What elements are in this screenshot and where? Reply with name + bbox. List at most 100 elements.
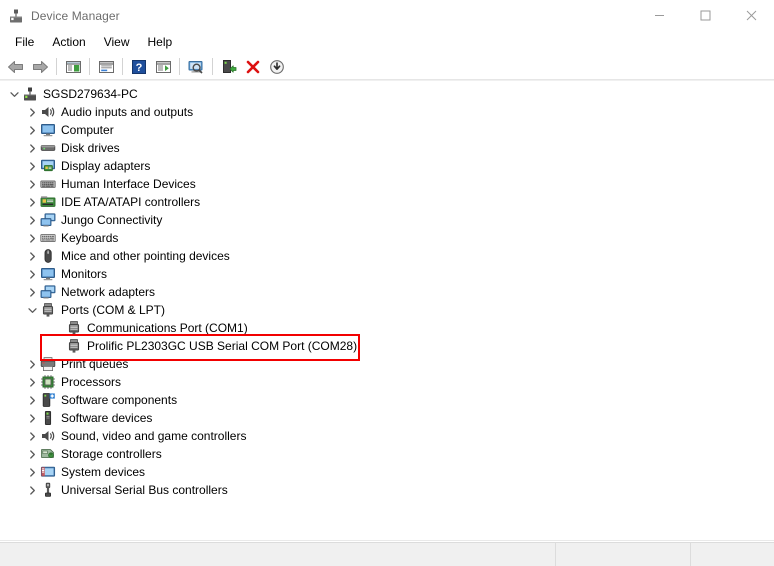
chevron-right-icon[interactable] bbox=[24, 212, 40, 228]
device-tree-panel[interactable]: SGSD279634-PC Audio inputs and outputs C… bbox=[0, 80, 774, 540]
tree-node-label: Display adapters bbox=[61, 159, 151, 173]
action-pane-icon[interactable] bbox=[151, 55, 175, 78]
help-icon[interactable]: ? bbox=[127, 55, 151, 78]
storage-controller-icon bbox=[40, 446, 56, 462]
tree-node-label: Ports (COM & LPT) bbox=[61, 303, 166, 317]
chevron-right-icon[interactable] bbox=[24, 122, 40, 138]
tree-node-network-adapters[interactable]: Network adapters bbox=[0, 283, 774, 301]
tree-node-label: Software devices bbox=[61, 411, 153, 425]
toolbar-separator-5 bbox=[212, 58, 213, 75]
tree-node-label: Monitors bbox=[61, 267, 108, 281]
statusbar-pane-2 bbox=[555, 543, 690, 566]
chevron-right-icon[interactable] bbox=[24, 356, 40, 372]
properties-icon[interactable] bbox=[94, 55, 118, 78]
chevron-right-icon[interactable] bbox=[24, 176, 40, 192]
tree-node-label: Sound, video and game controllers bbox=[61, 429, 247, 443]
tree-node-label: Software components bbox=[61, 393, 178, 407]
chevron-right-icon[interactable] bbox=[24, 464, 40, 480]
chevron-right-icon[interactable] bbox=[24, 248, 40, 264]
tree-node-system-devices[interactable]: System devices bbox=[0, 463, 774, 481]
tree-node-software-components[interactable]: Software components bbox=[0, 391, 774, 409]
update-driver-icon[interactable] bbox=[217, 55, 241, 78]
tree-node-monitors[interactable]: Monitors bbox=[0, 265, 774, 283]
display-adapter-icon bbox=[40, 158, 56, 174]
computer-root-icon bbox=[22, 86, 38, 102]
chevron-right-icon[interactable] bbox=[24, 266, 40, 282]
chevron-right-icon[interactable] bbox=[24, 482, 40, 498]
tree-node-universal-serial-bus-controllers[interactable]: Universal Serial Bus controllers bbox=[0, 481, 774, 499]
chevron-right-icon[interactable] bbox=[24, 428, 40, 444]
disable-device-icon[interactable] bbox=[265, 55, 289, 78]
tree-node-human-interface-devices[interactable]: Human Interface Devices bbox=[0, 175, 774, 193]
chevron-right-icon[interactable] bbox=[24, 140, 40, 156]
back-arrow-icon[interactable] bbox=[4, 55, 28, 78]
tree-node-label: System devices bbox=[61, 465, 146, 479]
menu-view[interactable]: View bbox=[95, 32, 139, 53]
tree-node-print-queues[interactable]: Print queues bbox=[0, 355, 774, 373]
close-button[interactable] bbox=[728, 0, 774, 31]
device-manager-icon bbox=[8, 8, 24, 24]
software-component-icon bbox=[40, 392, 56, 408]
show-hide-console-tree-icon[interactable] bbox=[61, 55, 85, 78]
tree-node-communications-port-com1[interactable]: Communications Port (COM1) bbox=[0, 319, 774, 337]
printer-icon bbox=[40, 356, 56, 372]
port-icon bbox=[66, 338, 82, 354]
monitor-icon bbox=[40, 122, 56, 138]
forward-arrow-icon[interactable] bbox=[28, 55, 52, 78]
tree-node-label: Computer bbox=[61, 123, 114, 137]
chevron-right-icon[interactable] bbox=[24, 194, 40, 210]
tree-node-label: Human Interface Devices bbox=[61, 177, 196, 191]
chevron-right-icon[interactable] bbox=[24, 446, 40, 462]
tree-node-label: Communications Port (COM1) bbox=[87, 321, 248, 335]
tree-node-label: Mice and other pointing devices bbox=[61, 249, 230, 263]
scan-hardware-changes-icon[interactable] bbox=[184, 55, 208, 78]
statusbar-pane-main bbox=[0, 543, 555, 566]
toolbar-separator-4 bbox=[179, 58, 180, 75]
statusbar bbox=[0, 542, 774, 566]
tree-node-sound-video-and-game-controllers[interactable]: Sound, video and game controllers bbox=[0, 427, 774, 445]
tree-node-display-adapters[interactable]: Display adapters bbox=[0, 157, 774, 175]
toolbar-separator-3 bbox=[122, 58, 123, 75]
software-device-icon bbox=[40, 410, 56, 426]
tree-node-label: Processors bbox=[61, 375, 122, 389]
chevron-right-icon[interactable] bbox=[24, 158, 40, 174]
titlebar: Device Manager bbox=[0, 0, 774, 31]
tree-node-processors[interactable]: Processors bbox=[0, 373, 774, 391]
minimize-button[interactable] bbox=[636, 0, 682, 31]
device-manager-window: Device Manager File Action View Help ? S… bbox=[0, 0, 774, 566]
window-controls bbox=[636, 0, 774, 31]
tree-node-label: Jungo Connectivity bbox=[61, 213, 163, 227]
uninstall-device-icon[interactable] bbox=[241, 55, 265, 78]
chevron-down-icon[interactable] bbox=[6, 86, 22, 102]
port-icon bbox=[40, 302, 56, 318]
tree-node-audio-inputs-and-outputs[interactable]: Audio inputs and outputs bbox=[0, 103, 774, 121]
tree-node-label: Storage controllers bbox=[61, 447, 162, 461]
tree-node-computer[interactable]: Computer bbox=[0, 121, 774, 139]
port-icon bbox=[66, 320, 82, 336]
hid-icon bbox=[40, 176, 56, 192]
tree-node-ide-ata-atapi-controllers[interactable]: IDE ATA/ATAPI controllers bbox=[0, 193, 774, 211]
tree-node-mice-and-other-pointing-devices[interactable]: Mice and other pointing devices bbox=[0, 247, 774, 265]
chevron-right-icon[interactable] bbox=[24, 392, 40, 408]
chevron-right-icon[interactable] bbox=[24, 230, 40, 246]
chevron-down-icon[interactable] bbox=[24, 302, 40, 318]
chevron-right-icon[interactable] bbox=[24, 374, 40, 390]
tree-node-software-devices[interactable]: Software devices bbox=[0, 409, 774, 427]
chevron-right-icon[interactable] bbox=[24, 284, 40, 300]
chevron-right-icon[interactable] bbox=[24, 410, 40, 426]
menu-action[interactable]: Action bbox=[43, 32, 94, 53]
chevron-right-icon[interactable] bbox=[24, 104, 40, 120]
tree-node-label: IDE ATA/ATAPI controllers bbox=[61, 195, 201, 209]
tree-node-disk-drives[interactable]: Disk drives bbox=[0, 139, 774, 157]
tree-node-root[interactable]: SGSD279634-PC bbox=[0, 85, 774, 103]
menu-file[interactable]: File bbox=[6, 32, 43, 53]
keyboard-icon bbox=[40, 230, 56, 246]
tree-node-jungo-connectivity[interactable]: Jungo Connectivity bbox=[0, 211, 774, 229]
tree-node-keyboards[interactable]: Keyboards bbox=[0, 229, 774, 247]
maximize-button[interactable] bbox=[682, 0, 728, 31]
tree-node-label: Prolific PL2303GC USB Serial COM Port (C… bbox=[87, 339, 358, 353]
tree-node-storage-controllers[interactable]: Storage controllers bbox=[0, 445, 774, 463]
tree-node-prolific-pl2303gc-usb-serial-com-port-com28[interactable]: Prolific PL2303GC USB Serial COM Port (C… bbox=[0, 337, 774, 355]
menu-help[interactable]: Help bbox=[139, 32, 182, 53]
tree-node-ports-com-lpt[interactable]: Ports (COM & LPT) bbox=[0, 301, 774, 319]
